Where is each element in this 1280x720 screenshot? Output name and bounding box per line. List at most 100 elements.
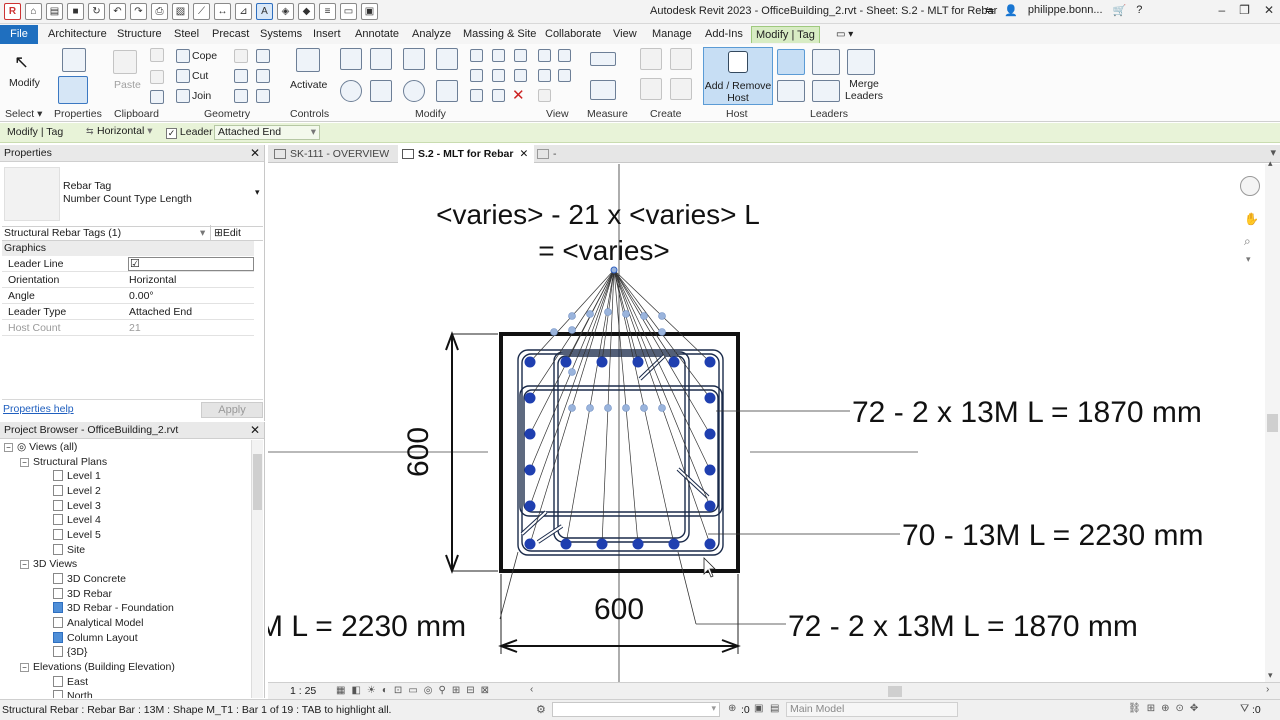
cart-icon[interactable]: 🛒 [1113,4,1127,17]
linework-view-icon[interactable] [558,69,571,82]
activate-icon[interactable] [296,48,320,72]
rebar-bar[interactable] [560,356,572,368]
rebar-bar[interactable] [632,356,644,368]
leader-e-icon[interactable] [812,80,840,102]
delete-icon[interactable]: ✕ [512,86,525,104]
prop-row-angle[interactable]: Angle 0.00° [2,288,254,304]
leader-type-select[interactable]: Attached End ▾ [214,125,320,140]
tree-structural-plans[interactable]: − Structural Plans [20,456,107,468]
demolish-icon[interactable] [256,69,270,83]
revit-app-icon[interactable]: R [4,3,21,20]
move-icon[interactable] [340,80,362,102]
add-remove-host-button[interactable]: Add / Remove Host [703,47,773,105]
rebar-bar[interactable] [632,538,644,550]
text-icon[interactable]: A [256,3,273,20]
trim-single-icon[interactable] [492,89,505,102]
copy-icon[interactable] [370,80,392,102]
cut-button[interactable]: Cut [192,70,208,82]
drawing-area[interactable]: 600 600 <varies> - 21 x <varies> L = <va… [268,164,1264,682]
worksharing-icon[interactable]: ⊞ [452,685,460,696]
leader-c-icon[interactable] [847,49,875,75]
array-icon[interactable] [470,69,483,82]
save-icon[interactable]: ■ [67,3,84,20]
rebar-bar[interactable] [704,500,716,512]
paste-icon[interactable] [113,50,137,74]
unpin-icon[interactable] [514,69,527,82]
measure-icon[interactable]: ⟋ [193,3,210,20]
restore-icon[interactable]: ❐ [1239,3,1250,17]
tab-collaborate[interactable]: Collaborate [541,26,605,43]
visual-style-icon[interactable]: ◧ [351,685,360,696]
rebar-bar[interactable] [668,538,680,550]
tree-item-elevation[interactable]: North [53,690,93,698]
align-icon[interactable] [340,48,362,70]
pin-icon[interactable] [514,49,527,62]
zoom-icon[interactable]: ⌕ [1244,234,1251,249]
open-icon[interactable]: ▤ [46,3,63,20]
cut-geometry-icon[interactable] [176,69,190,83]
create-assembly-icon[interactable] [640,48,662,70]
tab-steel[interactable]: Steel [170,26,203,43]
tree-3d-views[interactable]: −3D Views [20,558,77,570]
tree-item-3d[interactable]: 3D Rebar - Foundation [53,602,174,614]
stirrup-middle[interactable] [553,351,690,543]
design-option-select[interactable]: Main Model [786,702,958,717]
view-scale[interactable]: 1 : 25 [290,685,316,697]
scale-icon[interactable] [492,69,505,82]
rebar-bar[interactable] [704,356,716,368]
mirror-draw-icon[interactable] [436,48,458,70]
worksets-icon[interactable]: ⚙ [536,703,546,716]
activate-button[interactable]: Activate [290,79,327,91]
dimension-icon[interactable] [590,80,616,100]
vscroll-thumb[interactable] [1267,414,1278,432]
close-tab-icon[interactable]: ✕ [519,148,528,160]
select-by-face-icon[interactable]: ⊙ [1175,703,1183,714]
select-underlay-icon[interactable]: ⊞ [1147,703,1155,714]
close-hidden-icon[interactable]: ▭ [340,3,357,20]
tag-icon[interactable]: ⊿ [235,3,252,20]
cope-icon[interactable] [176,49,190,63]
scroll-up-icon[interactable]: ▴ [1268,158,1273,169]
ribbon-minimize-icon[interactable]: ▭ ▾ [832,26,857,43]
rebar-bar[interactable] [704,428,716,440]
tab-modify-tag[interactable]: Modify | Tag [751,26,820,43]
visibility-icon[interactable] [538,49,551,62]
rotate-icon[interactable] [403,80,425,102]
highlight-icon[interactable]: ⊠ [481,685,489,696]
stirrup-cross[interactable] [519,385,723,517]
instance-filter[interactable]: Structural Rebar Tags (1) ▾ ⊞Edit Type [2,225,263,255]
leader-b-icon[interactable] [812,49,840,75]
column-outline[interactable] [499,332,740,573]
rebar-bar[interactable] [668,356,680,368]
tab-structure[interactable]: Structure [113,26,166,43]
hscroll-right-icon[interactable]: › [1266,684,1269,695]
collapse-icon[interactable]: − [20,560,29,569]
tree-item-elevation[interactable]: East [53,676,88,688]
scroll-down-icon[interactable]: ▾ [1268,670,1273,681]
tab-manage[interactable]: Manage [648,26,696,43]
tree-elevations[interactable]: − Elevations (Building Elevation) [20,661,175,673]
split-icon[interactable] [470,49,483,62]
design-options-icon[interactable]: ▣ [754,703,763,714]
hscroll-left-icon[interactable]: ‹ [530,684,533,695]
join-icon[interactable] [176,89,190,103]
trim-multiple-icon[interactable] [470,89,483,102]
tag-anchor-grip[interactable] [610,266,618,274]
offset-icon[interactable] [370,48,392,70]
close-browser-icon[interactable]: ✕ [250,422,260,439]
tree-item-plan[interactable]: Level 5 [53,529,101,541]
tab-file[interactable]: File [0,25,38,44]
tab-massing-site[interactable]: Massing & Site [459,26,540,43]
leader-d-icon[interactable] [777,80,805,102]
create-parts-icon[interactable] [670,48,692,70]
pdf-icon[interactable]: ▧ [172,3,189,20]
selection-box-icon[interactable] [538,89,551,102]
rebar-bar[interactable] [524,356,536,368]
undo-icon[interactable]: ↶ [109,3,126,20]
sun-path-icon[interactable]: ☀ [367,685,376,696]
mirror-axis-icon[interactable] [403,48,425,70]
edit-type-button[interactable]: ⊞Edit Type [210,225,263,255]
wall-joins-icon[interactable] [234,49,248,63]
design-options-b-icon[interactable]: ▤ [770,703,779,714]
help-icon[interactable]: ? [1136,4,1142,17]
